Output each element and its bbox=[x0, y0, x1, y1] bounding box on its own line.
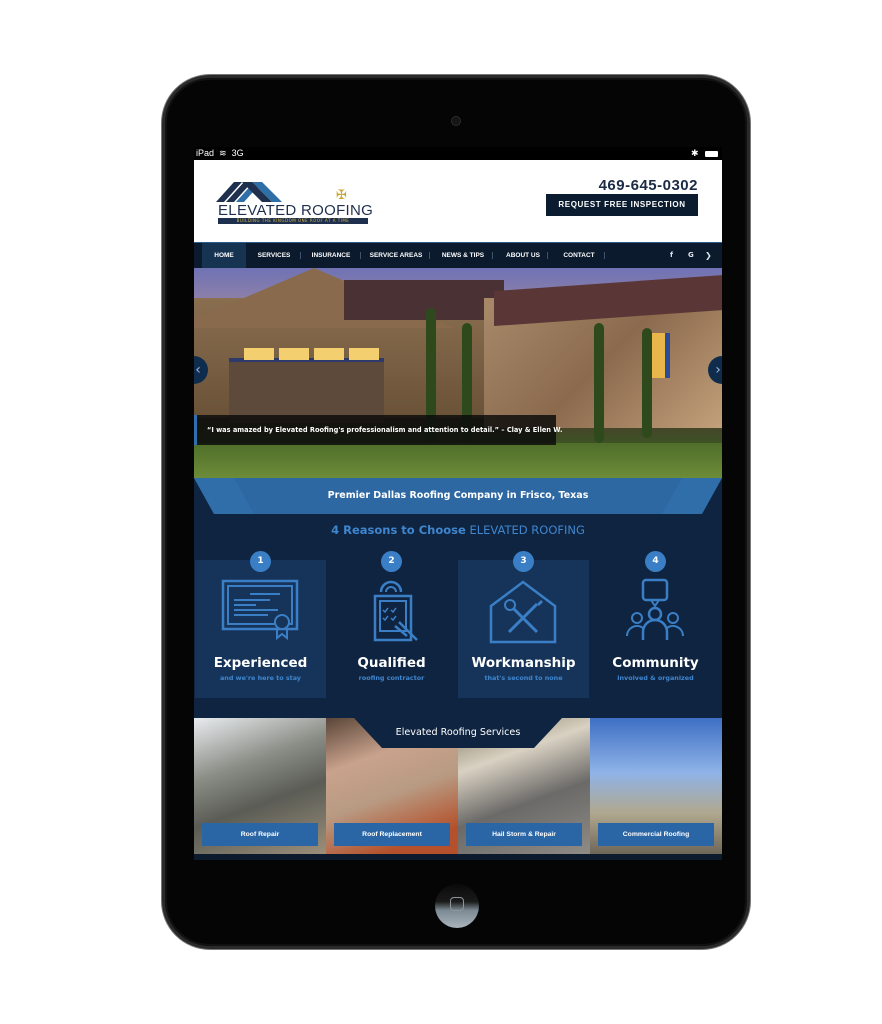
reasons-heading: 4 Reasons to Choose ELEVATED ROOFING bbox=[194, 523, 722, 537]
house-tools-icon bbox=[489, 580, 557, 644]
reasons-heading-brand: ELEVATED ROOFING bbox=[469, 523, 585, 537]
bluetooth-icon: ✱ bbox=[690, 148, 699, 158]
wifi-icon: ≋ bbox=[216, 148, 230, 158]
logo-tagline: BUILDING THE KINGDOM ONE ROOF AT A TIME bbox=[218, 218, 368, 224]
reasons-heading-bold: 4 Reasons to Choose bbox=[331, 523, 466, 537]
nav-item-services[interactable]: SERVICES bbox=[252, 243, 296, 268]
battery-icon bbox=[705, 150, 718, 157]
hero-roof-shape bbox=[344, 280, 504, 320]
hero-slider: ‹ › “I was amazed by Elevated Roofing's … bbox=[194, 268, 722, 478]
home-square-icon bbox=[450, 897, 464, 911]
reason-title: Experienced bbox=[213, 655, 308, 671]
nav-separator bbox=[360, 252, 361, 259]
certificate-icon bbox=[221, 579, 299, 641]
reason-subtitle: involved & organized bbox=[617, 674, 694, 682]
nav-item-service-areas[interactable]: SERVICE AREAS bbox=[366, 243, 426, 268]
reason-card-workmanship[interactable]: 3 Workmanship that's second to none bbox=[458, 551, 589, 698]
hero-window-shape bbox=[279, 348, 309, 360]
hero-window-shape bbox=[314, 348, 344, 360]
google-icon[interactable]: G bbox=[688, 243, 694, 268]
home-button[interactable] bbox=[435, 884, 479, 928]
hero-tree bbox=[594, 323, 604, 443]
status-bar: iPad ≋ 3G ✱ bbox=[194, 147, 722, 160]
testimonial-caption: “I was amazed by Elevated Roofing's prof… bbox=[194, 415, 563, 445]
phone-number[interactable]: 469-645-0302 bbox=[599, 177, 698, 194]
network-label: 3G bbox=[231, 148, 244, 158]
reason-card-qualified[interactable]: 2 Qualified roofing contractor bbox=[326, 551, 457, 698]
hero-window-shape bbox=[244, 348, 274, 360]
community-people-icon bbox=[626, 578, 684, 640]
nav-item-about-us[interactable]: ABOUT US bbox=[498, 243, 548, 268]
tagline-banner: Premier Dallas Roofing Company in Frisco… bbox=[194, 478, 722, 514]
clipboard-checklist-icon bbox=[373, 580, 418, 642]
banner-text: Premier Dallas Roofing Company in Frisco… bbox=[327, 490, 589, 501]
facebook-icon[interactable]: f bbox=[670, 243, 673, 268]
roof-replacement-button[interactable]: Roof Replacement bbox=[334, 823, 450, 846]
services-heading: Elevated Roofing Services bbox=[395, 727, 521, 738]
nav-separator bbox=[300, 252, 301, 259]
site-header: ✠ ELEVATED ROOFING BUILDING THE KINGDOM … bbox=[194, 160, 722, 242]
reason-number-badge: 3 bbox=[513, 551, 534, 572]
cross-icon: ✠ bbox=[336, 188, 347, 203]
reason-subtitle: roofing contractor bbox=[358, 674, 425, 682]
reason-title: Community bbox=[612, 655, 699, 671]
nav-item-contact[interactable]: CONTACT bbox=[554, 243, 604, 268]
footer-strip bbox=[194, 854, 722, 860]
hero-window-shape bbox=[349, 348, 379, 360]
reason-card-community[interactable]: 4 Community involved & organized bbox=[590, 551, 721, 698]
request-inspection-button[interactable]: REQUEST FREE INSPECTION bbox=[546, 194, 698, 216]
reason-title: Qualified bbox=[357, 655, 426, 671]
reason-card-experienced[interactable]: 1 Experienced and we're here to stay bbox=[195, 551, 326, 698]
device-name: iPad bbox=[196, 148, 215, 158]
nav-separator bbox=[492, 252, 493, 259]
hail-storm-repair-button[interactable]: Hail Storm & Repair bbox=[466, 823, 582, 846]
reason-number-badge: 4 bbox=[645, 551, 666, 572]
nav-separator bbox=[547, 252, 548, 259]
reason-subtitle: and we're here to stay bbox=[220, 674, 301, 682]
twitter-icon[interactable]: ❯ bbox=[705, 243, 712, 268]
services-section: Roof Repair Roof Replacement Hail Storm … bbox=[194, 718, 722, 854]
reason-title: Workmanship bbox=[471, 655, 576, 671]
reason-number-badge: 1 bbox=[250, 551, 271, 572]
hero-tree bbox=[642, 328, 652, 438]
nav-item-home[interactable]: HOME bbox=[202, 243, 246, 268]
nav-item-insurance[interactable]: INSURANCE bbox=[306, 243, 356, 268]
logo[interactable]: ✠ ELEVATED ROOFING BUILDING THE KINGDOM … bbox=[216, 178, 374, 228]
reason-number-badge: 2 bbox=[381, 551, 402, 572]
hero-garage-shape bbox=[229, 358, 384, 423]
main-nav: HOME SERVICES INSURANCE SERVICE AREAS NE… bbox=[194, 242, 722, 268]
nav-separator bbox=[429, 252, 430, 259]
website-screen: ✠ ELEVATED ROOFING BUILDING THE KINGDOM … bbox=[194, 160, 722, 860]
roof-logo-icon bbox=[216, 182, 282, 202]
logo-text: ELEVATED ROOFING bbox=[218, 202, 374, 219]
nav-item-news-tips[interactable]: NEWS & TIPS bbox=[436, 243, 490, 268]
camera-icon bbox=[451, 116, 461, 126]
commercial-roofing-button[interactable]: Commercial Roofing bbox=[598, 823, 714, 846]
roof-repair-button[interactable]: Roof Repair bbox=[202, 823, 318, 846]
reason-subtitle: that's second to none bbox=[484, 674, 563, 682]
nav-separator bbox=[604, 252, 605, 259]
hero-lawn bbox=[194, 443, 722, 478]
